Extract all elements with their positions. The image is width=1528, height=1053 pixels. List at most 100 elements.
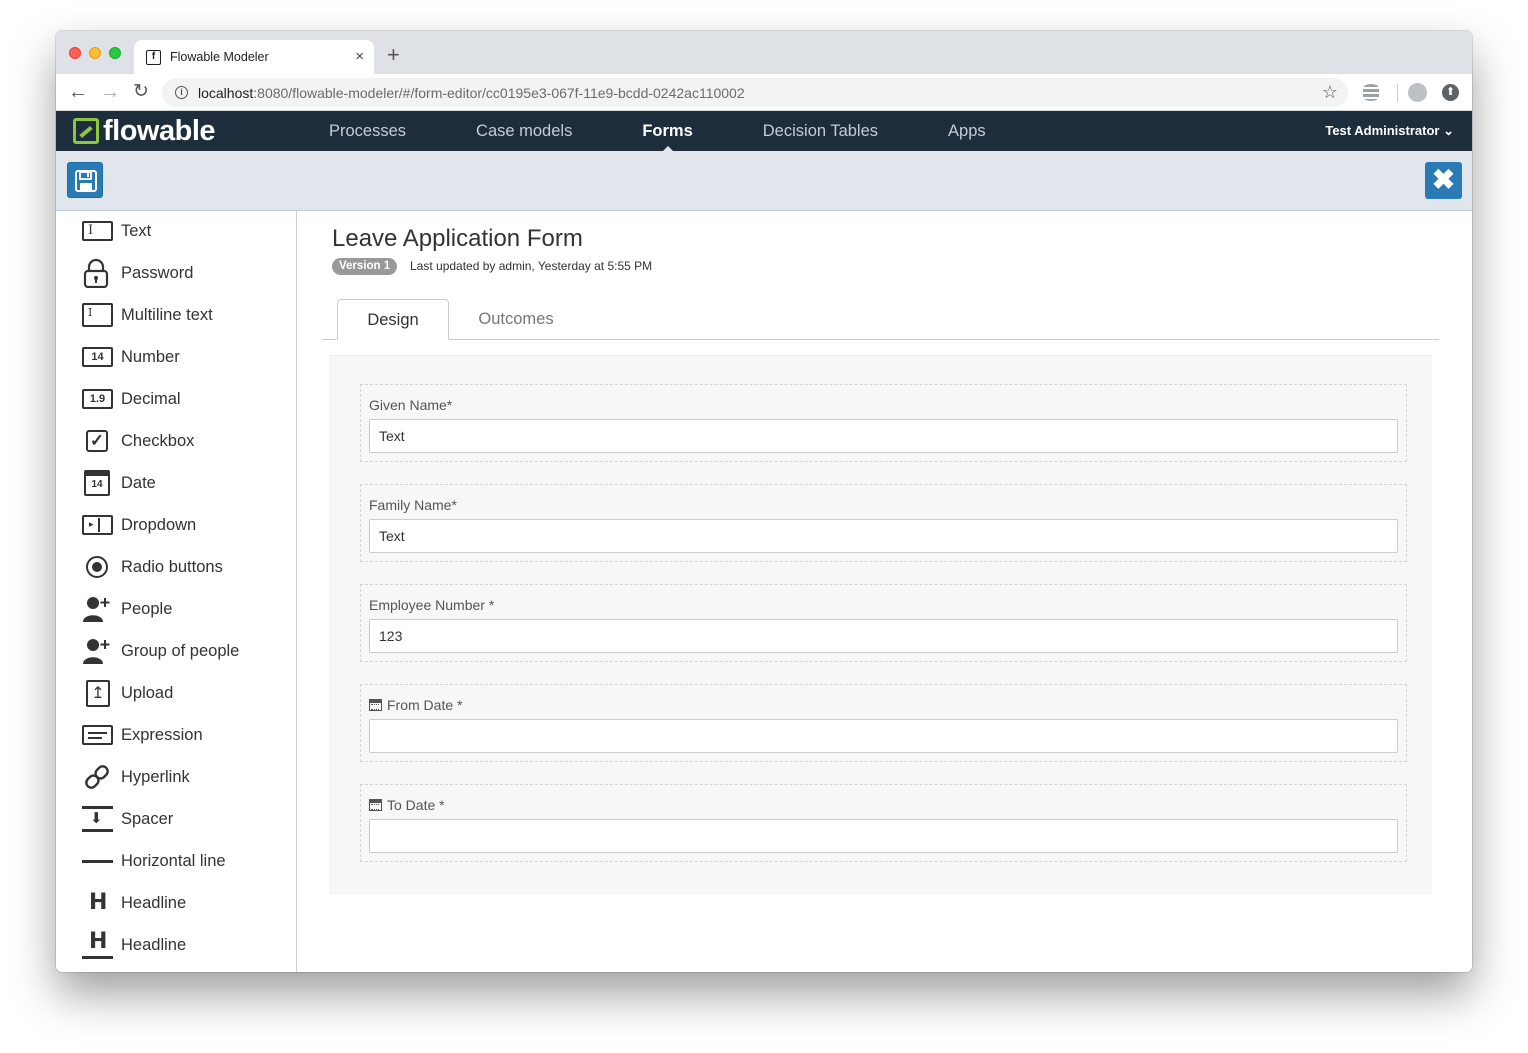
nav-decision-tables[interactable]: Decision Tables (763, 111, 878, 151)
app-header: flowable Processes Case models Forms Dec… (56, 111, 1472, 152)
field-label: To Date * (369, 797, 445, 813)
save-button[interactable] (67, 162, 103, 198)
form-field-employee-number[interactable]: Employee Number * 123 (360, 584, 1407, 662)
text-field-icon: I (82, 221, 113, 241)
avatar-icon[interactable] (1408, 83, 1427, 102)
palette-item-multiline-text[interactable]: I Multiline text (82, 300, 213, 330)
browser-tab[interactable]: f Flowable Modeler × (134, 40, 374, 74)
form-field-given-name[interactable]: Given Name* Text (360, 384, 1407, 462)
form-editor-main: Leave Application Form Version 1 Last up… (298, 211, 1472, 972)
palette-item-number[interactable]: 14 Number (82, 342, 180, 372)
form-field-to-date[interactable]: To Date * (360, 784, 1407, 862)
number-icon: 14 (82, 347, 113, 367)
tab-close-icon[interactable]: × (355, 48, 364, 65)
decimal-icon: 1.9 (82, 389, 113, 409)
flowable-logo-icon (73, 118, 99, 144)
window-close-button[interactable] (69, 47, 81, 59)
palette-item-decimal[interactable]: 1.9 Decimal (82, 384, 181, 414)
horizontal-line-icon (82, 859, 113, 863)
browser-window: f Flowable Modeler × + ← → ↻ i localhost… (56, 31, 1472, 972)
close-button[interactable]: ✖ (1425, 162, 1462, 199)
field-label: From Date * (369, 697, 462, 713)
palette-item-group-of-people[interactable]: Group of people (82, 636, 239, 666)
info-icon[interactable]: i (175, 86, 188, 99)
close-icon: ✖ (1431, 164, 1456, 195)
browser-tabstrip: f Flowable Modeler × + (56, 31, 1472, 74)
palette-item-upload[interactable]: ↥ Upload (82, 678, 173, 708)
form-palette: I Text Password I Multiline text 14 Numb… (56, 211, 297, 972)
star-icon[interactable]: ☆ (1322, 82, 1338, 103)
headline-underlined-icon: H (82, 931, 113, 959)
family-name-input[interactable]: Text (369, 519, 1398, 553)
field-label: Employee Number * (369, 597, 495, 613)
back-arrow-icon[interactable]: ← (68, 81, 88, 103)
palette-item-password[interactable]: Password (82, 258, 193, 288)
palette-item-date[interactable]: 14 Date (82, 468, 156, 498)
nav-case-models[interactable]: Case models (476, 111, 572, 151)
forward-arrow-icon[interactable]: → (100, 81, 120, 103)
to-date-input[interactable] (369, 819, 1398, 853)
url-text[interactable]: localhost:8080/flowable-modeler/#/form-e… (198, 85, 745, 101)
window-minimize-button[interactable] (89, 47, 101, 59)
checkbox-icon: ✓ (86, 430, 108, 452)
palette-item-people[interactable]: People (82, 594, 172, 624)
browser-toolbar: ← → ↻ i localhost:8080/flowable-modeler/… (56, 74, 1472, 111)
last-updated-text: Last updated by admin, Yesterday at 5:55… (410, 259, 653, 273)
floppy-disk-icon (75, 170, 97, 192)
calendar-icon: 14 (84, 470, 110, 496)
expression-icon (82, 725, 113, 745)
dropdown-icon: ▸ (82, 515, 113, 535)
multiline-text-icon: I (82, 303, 113, 327)
tab-design[interactable]: Design (337, 299, 449, 340)
palette-item-headline[interactable]: H Headline (82, 888, 186, 918)
address-bar[interactable]: i localhost:8080/flowable-modeler/#/form… (162, 78, 1348, 107)
person-add-icon (83, 597, 110, 622)
palette-item-radio-buttons[interactable]: Radio buttons (82, 552, 223, 582)
logo-text: flowable (103, 114, 216, 147)
calendar-icon (369, 699, 382, 711)
editor-toolbar: ✖ (56, 151, 1472, 211)
field-label: Family Name* (369, 497, 457, 513)
tab-outcomes[interactable]: Outcomes (457, 299, 575, 340)
new-tab-button[interactable]: + (387, 42, 400, 68)
tab-title: Flowable Modeler (170, 50, 269, 64)
from-date-input[interactable] (369, 719, 1398, 753)
palette-item-text[interactable]: I Text (82, 216, 151, 246)
form-canvas: Given Name* Text Family Name* Text Emplo… (329, 355, 1432, 895)
chevron-down-icon: ⌄ (1443, 123, 1454, 138)
palette-item-spacer[interactable]: ⬇ Spacer (82, 804, 173, 834)
flowable-favicon-icon: f (146, 50, 161, 65)
reload-icon[interactable]: ↻ (133, 81, 149, 103)
form-field-family-name[interactable]: Family Name* Text (360, 484, 1407, 562)
lock-icon (83, 258, 109, 288)
window-zoom-button[interactable] (109, 47, 121, 59)
palette-item-horizontal-line[interactable]: Horizontal line (82, 846, 226, 876)
employee-number-input[interactable]: 123 (369, 619, 1398, 653)
upload-file-icon: ↥ (86, 679, 110, 707)
palette-item-checkbox[interactable]: ✓ Checkbox (82, 426, 194, 456)
upload-icon[interactable]: ⬆ (1442, 84, 1459, 101)
link-icon (85, 765, 109, 789)
flowable-logo[interactable]: flowable (73, 114, 216, 147)
given-name-input[interactable]: Text (369, 419, 1398, 453)
palette-item-expression[interactable]: Expression (82, 720, 203, 750)
nav-apps[interactable]: Apps (948, 111, 986, 151)
palette-item-dropdown[interactable]: ▸ Dropdown (82, 510, 196, 540)
group-add-icon (83, 639, 110, 664)
main-nav: Processes Case models Forms Decision Tab… (306, 111, 986, 152)
database-icon[interactable] (1363, 84, 1379, 101)
page-title: Leave Application Form (332, 225, 583, 252)
calendar-icon (369, 799, 382, 811)
toolbar-separator (1397, 84, 1398, 102)
palette-item-hyperlink[interactable]: Hyperlink (82, 762, 190, 792)
user-menu[interactable]: Test Administrator ⌄ (1325, 111, 1454, 151)
headline-icon: H (89, 890, 108, 915)
nav-processes[interactable]: Processes (329, 111, 406, 151)
form-field-from-date[interactable]: From Date * (360, 684, 1407, 762)
editor-tabs: Design Outcomes (322, 299, 1439, 340)
radio-icon (86, 556, 108, 578)
palette-item-headline-underlined[interactable]: H Headline (82, 930, 186, 960)
version-badge: Version 1 (332, 258, 398, 275)
field-label: Given Name* (369, 397, 453, 413)
nav-forms[interactable]: Forms (642, 111, 693, 152)
